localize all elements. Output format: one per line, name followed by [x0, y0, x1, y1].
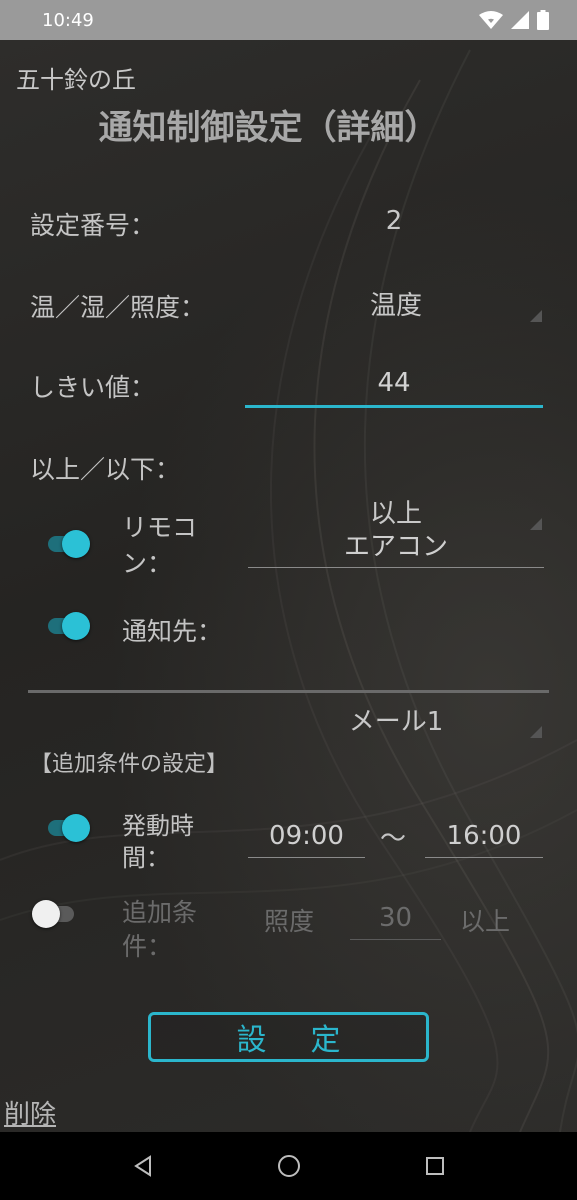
delete-link[interactable]: 削除 — [4, 1094, 56, 1131]
time-end-field[interactable]: 16:00 — [425, 814, 543, 858]
setting-number-value: 2 — [385, 206, 403, 236]
page-title: 通知制御設定（詳細） — [98, 108, 439, 148]
toggle-knob — [32, 900, 60, 928]
signal-icon — [511, 11, 529, 29]
threshold-value: 44 — [377, 367, 411, 398]
battery-icon — [537, 10, 549, 30]
remote-field[interactable]: エアコン — [248, 522, 544, 568]
dropdown-triangle-icon — [530, 310, 542, 322]
sensor-type-spinner[interactable]: 温度 — [248, 280, 544, 326]
time-start-field[interactable]: 09:00 — [248, 814, 365, 858]
notify-label: 通知先： — [122, 617, 223, 646]
extra-condition-label: 追加条件： — [122, 898, 198, 961]
place-name: 五十鈴の丘 — [16, 66, 136, 94]
remote-label: リモコン： — [122, 513, 198, 578]
extra-condition-comparison: 以上 — [460, 907, 511, 936]
home-icon[interactable] — [277, 1154, 301, 1178]
navigation-bar — [0, 1132, 577, 1200]
additional-section-title: 【追加条件の設定】 — [30, 752, 229, 777]
toggle-knob — [62, 814, 90, 842]
background-swirl — [0, 49, 577, 1132]
extra-condition-type: 照度 — [264, 907, 315, 936]
active-time-toggle[interactable] — [44, 814, 90, 842]
section-divider — [28, 690, 549, 693]
status-icons — [479, 10, 549, 30]
status-bar: 10:49 — [0, 0, 577, 40]
remote-value: エアコン — [343, 532, 448, 562]
setting-number-label: 設定番号： — [30, 211, 156, 240]
recents-icon[interactable] — [425, 1156, 445, 1176]
comparison-label: 以上／以下： — [30, 455, 181, 484]
back-icon[interactable] — [132, 1155, 154, 1177]
app-content: 五十鈴の丘 通知制御設定（詳細） 設定番号： 2 温／湿／照度： 温度 しきい値… — [0, 40, 577, 1132]
sensor-type-label: 温／湿／照度： — [30, 293, 206, 322]
threshold-label: しきい値： — [30, 373, 156, 402]
sensor-type-value: 温度 — [369, 290, 422, 321]
threshold-input[interactable]: 44 — [245, 360, 543, 408]
toggle-knob — [62, 612, 90, 640]
wifi-icon — [479, 11, 503, 29]
dropdown-triangle-icon — [530, 726, 542, 738]
extra-condition-value: 30 — [378, 902, 413, 933]
time-end-value: 16:00 — [446, 820, 522, 851]
remote-toggle[interactable] — [44, 530, 90, 558]
notify-value: メール1 — [348, 706, 444, 737]
notify-toggle[interactable] — [44, 612, 90, 640]
status-time: 10:49 — [42, 9, 94, 31]
time-start-value: 09:00 — [269, 820, 344, 851]
toggle-knob — [62, 530, 90, 558]
extra-condition-toggle[interactable] — [32, 900, 78, 928]
time-separator: 〜 — [380, 824, 407, 854]
set-button[interactable]: 設定 — [148, 1012, 429, 1062]
extra-condition-input[interactable]: 30 — [350, 896, 441, 940]
active-time-label: 発動時間： — [122, 812, 194, 872]
notify-spinner[interactable]: メール1 — [248, 696, 544, 742]
